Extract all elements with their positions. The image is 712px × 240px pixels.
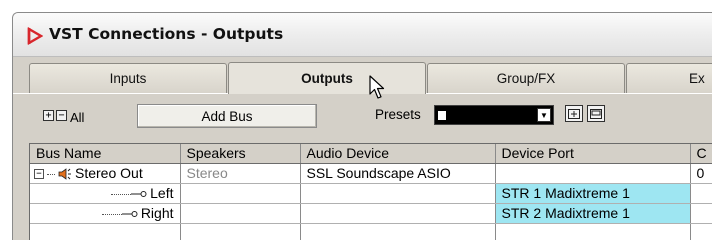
table-row-right[interactable]: Right STR 2 Madixtreme 1: [30, 203, 712, 224]
device-port-cell[interactable]: STR 2 Madixtreme 1: [495, 203, 691, 224]
table-row-left[interactable]: Left STR 1 Madixtreme 1: [30, 183, 712, 204]
extra-cell: 0: [690, 163, 712, 184]
tree-line: [101, 213, 122, 215]
mouse-cursor-icon: [369, 75, 385, 99]
tab-outputs-label: Outputs: [301, 71, 353, 86]
column-header-extra[interactable]: C: [690, 144, 712, 164]
tree-line: [111, 193, 132, 195]
tree-line: [47, 173, 55, 175]
tab-inputs-label: Inputs: [109, 71, 147, 86]
collapse-all-button[interactable]: −: [56, 110, 67, 121]
presets-label: Presets: [375, 107, 421, 122]
speaker-icon: [58, 168, 71, 181]
column-header-audio-device[interactable]: Audio Device: [300, 144, 496, 164]
expand-all-label: All: [70, 110, 85, 125]
bus-name-cell[interactable]: Right: [30, 203, 181, 224]
chevron-down-icon[interactable]: ▼: [537, 108, 551, 122]
tab-inputs[interactable]: Inputs: [29, 63, 227, 93]
channel-connector-icon: [121, 211, 138, 218]
expand-all-button[interactable]: +: [43, 110, 54, 121]
column-header-device-port[interactable]: Device Port: [495, 144, 691, 164]
tab-external-label: Ex: [689, 71, 705, 86]
main-panel: Inputs Outputs Group/FX Ex + − All Add B…: [13, 57, 712, 240]
bus-name-cell[interactable]: Left: [30, 183, 181, 204]
column-header-speakers[interactable]: Speakers: [180, 144, 301, 164]
window-title: VST Connections - Outputs: [49, 25, 284, 43]
presets-text-caret: [438, 111, 446, 120]
channel-connector-icon: [131, 191, 147, 198]
cubase-app-icon: [27, 27, 43, 45]
channel-name-text: Right: [140, 205, 174, 221]
audio-device-cell[interactable]: [300, 183, 496, 204]
tab-outputs[interactable]: Outputs: [228, 62, 426, 94]
vst-connections-window: VST Connections - Outputs Inputs Outputs…: [12, 12, 712, 240]
table-row-stereo-out[interactable]: − Stereo Out Stereo SSL Soundscape ASIO …: [30, 163, 712, 184]
tab-external[interactable]: Ex: [626, 63, 712, 93]
collapse-toggle-icon[interactable]: −: [34, 169, 44, 180]
add-bus-label: Add Bus: [201, 108, 253, 124]
store-preset-icon: [568, 108, 580, 119]
toolbar: + − All Add Bus Presets ▼: [13, 98, 712, 132]
bus-name-cell[interactable]: − Stereo Out: [30, 163, 181, 184]
extra-cell: [690, 203, 712, 224]
minus-icon: −: [58, 110, 65, 121]
speakers-cell[interactable]: Stereo: [180, 163, 301, 184]
remove-preset-icon: [590, 108, 602, 119]
table-header-row: Bus Name Speakers Audio Device Device Po…: [30, 144, 712, 164]
add-bus-button[interactable]: Add Bus: [137, 104, 317, 128]
channel-name-text: Left: [150, 185, 174, 201]
speakers-cell[interactable]: [180, 183, 301, 204]
presets-dropdown[interactable]: ▼: [434, 105, 554, 125]
tab-group-fx[interactable]: Group/FX: [427, 63, 625, 93]
audio-device-cell[interactable]: [300, 203, 496, 224]
extra-cell: [690, 183, 712, 204]
speakers-cell[interactable]: [180, 203, 301, 224]
bus-table: Bus Name Speakers Audio Device Device Po…: [29, 143, 712, 240]
column-header-bus-name[interactable]: Bus Name: [30, 144, 181, 164]
title-bar[interactable]: VST Connections - Outputs: [13, 13, 712, 57]
table-row-empty: [30, 223, 712, 240]
remove-preset-button[interactable]: [587, 105, 605, 122]
device-port-cell[interactable]: [495, 163, 691, 184]
bus-name-text: Stereo Out: [75, 165, 143, 181]
plus-icon: +: [45, 110, 52, 121]
tab-group-fx-label: Group/FX: [496, 71, 556, 86]
audio-device-cell[interactable]: SSL Soundscape ASIO: [300, 163, 496, 184]
device-port-cell[interactable]: STR 1 Madixtreme 1: [495, 183, 691, 204]
store-preset-button[interactable]: [565, 105, 583, 122]
